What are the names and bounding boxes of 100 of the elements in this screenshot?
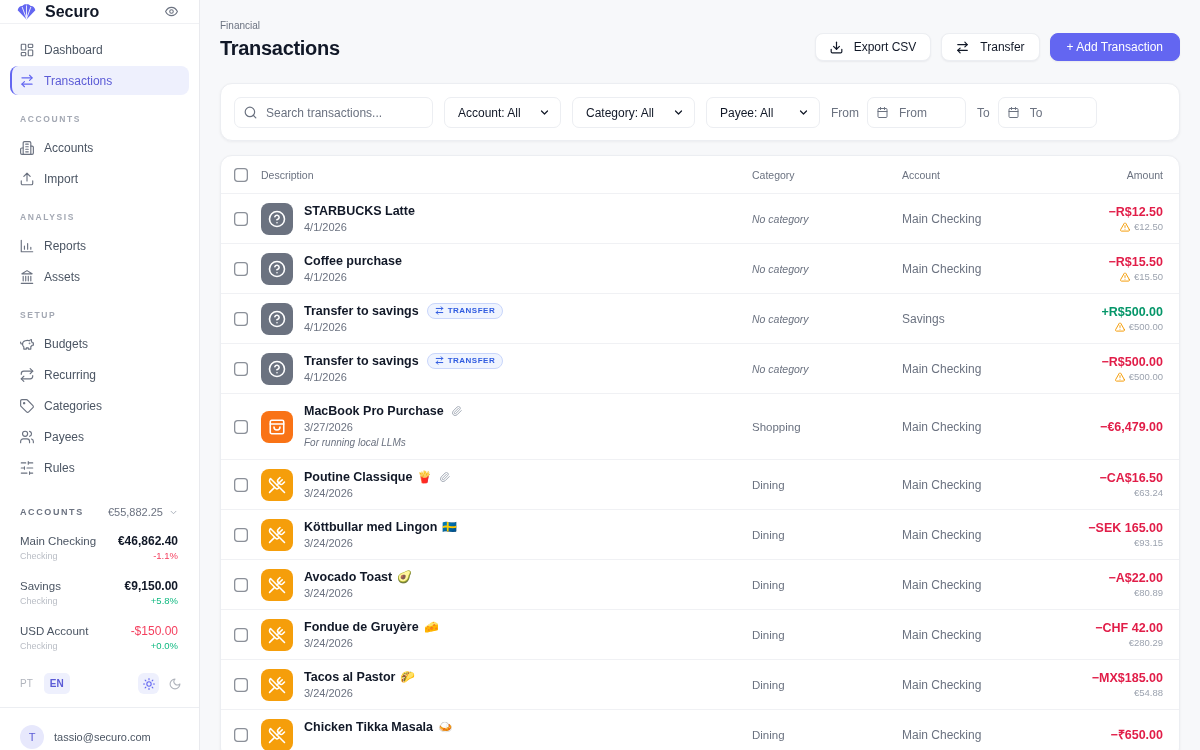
- search-field[interactable]: Search transactions...: [234, 97, 433, 128]
- tag-icon: [20, 398, 34, 413]
- arrows-icon: [956, 40, 970, 54]
- transaction-name: Transfer to savings: [304, 353, 419, 368]
- transaction-name: Chicken Tikka Masala: [304, 719, 433, 734]
- accounts-heading: ACCOUNTS: [20, 507, 84, 517]
- transaction-date: 4/1/2026: [304, 320, 347, 335]
- filter-dropdown[interactable]: Payee: All: [706, 97, 820, 128]
- brand-name: Securo: [45, 1, 100, 22]
- nav-item[interactable]: Payees: [10, 422, 189, 451]
- checkbox[interactable]: [234, 167, 248, 182]
- repeat-icon: [20, 367, 34, 382]
- category-cell: Dining: [752, 628, 785, 641]
- caret-icon: [673, 107, 684, 118]
- converted-amount: €93.15: [1133, 536, 1163, 549]
- transaction-name: MacBook Pro Purchase: [304, 403, 444, 418]
- category-cell: Shopping: [752, 420, 801, 433]
- download-icon: [829, 40, 843, 54]
- nav-item[interactable]: Dashboard: [10, 35, 189, 64]
- section-heading: ANALYSIS: [20, 211, 75, 223]
- nav-item[interactable]: Reports: [10, 231, 189, 260]
- upload-icon: [20, 171, 34, 186]
- transaction-name: Coffee purchase: [304, 253, 402, 268]
- amount: −R$12.50: [1108, 204, 1163, 220]
- checkbox[interactable]: [234, 577, 248, 592]
- category-cell: No category: [752, 312, 809, 325]
- converted-amount: €12.50: [1133, 220, 1163, 233]
- section-heading: SETUP: [20, 309, 57, 321]
- account-type: Checking: [20, 595, 58, 608]
- checkbox[interactable]: [234, 361, 248, 376]
- amount: −CHF 42.00: [1095, 620, 1163, 636]
- nav-item[interactable]: Recurring: [10, 360, 189, 389]
- converted-amount: €15.50: [1133, 270, 1163, 283]
- checkbox[interactable]: [234, 627, 248, 642]
- shopping-bag-icon: [261, 410, 293, 443]
- column-header: Description: [261, 168, 314, 181]
- amount: −SEK 165.00: [1088, 520, 1163, 536]
- transfer-button[interactable]: Transfer: [941, 33, 1040, 61]
- amount: −A$22.00: [1108, 570, 1163, 586]
- user-avatar: T: [20, 725, 44, 749]
- badge-label: TRANSFER: [447, 356, 496, 365]
- transaction-name: Avocado Toast: [304, 569, 393, 584]
- bar-chart-icon: [20, 238, 34, 253]
- converted-amount: €500.00: [1128, 320, 1163, 333]
- shell-logo-icon: [17, 3, 36, 20]
- filter-dropdown[interactable]: Category: All: [572, 97, 695, 128]
- checkbox[interactable]: [234, 477, 248, 492]
- arrows-icon: [20, 73, 34, 88]
- page-title: Transactions: [220, 36, 340, 60]
- converted-amount: €54.88: [1133, 686, 1163, 699]
- nav-item[interactable]: Accounts: [10, 133, 189, 162]
- filter-dropdown[interactable]: Account: All: [444, 97, 561, 128]
- light-mode-button[interactable]: [138, 673, 159, 694]
- checkbox[interactable]: [234, 419, 248, 434]
- account-name: Main Checking: [20, 534, 97, 549]
- category-cell: No category: [752, 212, 809, 225]
- account-cell: Main Checking: [902, 477, 982, 492]
- column-header: Amount: [1126, 168, 1163, 181]
- amount: −€6,479.00: [1100, 418, 1163, 435]
- date-field[interactable]: From: [867, 97, 966, 128]
- export-csv-button[interactable]: Export CSV: [814, 33, 932, 61]
- account-type: Checking: [20, 640, 58, 653]
- account-name: Savings: [20, 579, 61, 594]
- account-balance: €9,150.00: [124, 578, 178, 594]
- add-transaction-button[interactable]: + Add Transaction: [1049, 33, 1180, 61]
- date-label: From: [831, 105, 859, 120]
- emoji-icon: 🍛: [438, 719, 453, 734]
- category-cell: Dining: [752, 578, 785, 591]
- emoji-icon: 🇸🇪: [442, 519, 458, 534]
- amount: −MX$185.00: [1091, 670, 1163, 686]
- checkbox[interactable]: [234, 677, 248, 692]
- checkbox[interactable]: [234, 211, 248, 226]
- nav-item[interactable]: Budgets: [10, 329, 189, 358]
- transaction-name: Poutine Classique: [304, 469, 413, 484]
- transaction-name: Köttbullar med Lingon: [304, 519, 438, 534]
- nav-item[interactable]: Transactions: [10, 66, 189, 95]
- account-cell: Main Checking: [902, 419, 982, 434]
- nav-item[interactable]: Categories: [10, 391, 189, 420]
- moon-icon: [168, 677, 181, 690]
- emoji-icon: 🥑: [397, 569, 413, 584]
- transaction-name: Fondue de Gruyère: [304, 619, 419, 634]
- piggy-bank-icon: [20, 336, 34, 351]
- account-balance: €46,862.40: [117, 533, 178, 549]
- section-heading: ACCOUNTS: [20, 113, 81, 125]
- nav-item[interactable]: Assets: [10, 262, 189, 291]
- amount: +R$500.00: [1101, 304, 1163, 320]
- checkbox[interactable]: [234, 311, 248, 326]
- language-option[interactable]: EN: [43, 673, 70, 694]
- date-field[interactable]: To: [997, 97, 1097, 128]
- eye-icon[interactable]: [165, 5, 178, 18]
- fork-knife-icon: [261, 518, 293, 551]
- emoji-icon: 🌮: [400, 669, 416, 684]
- checkbox[interactable]: [234, 527, 248, 542]
- date-label: To: [977, 105, 990, 120]
- account-type: Checking: [20, 550, 58, 563]
- fork-knife-icon: [261, 618, 293, 651]
- checkbox[interactable]: [234, 261, 248, 276]
- nav-item[interactable]: Import: [10, 164, 189, 193]
- checkbox[interactable]: [234, 727, 248, 742]
- nav-item[interactable]: Rules: [10, 453, 189, 482]
